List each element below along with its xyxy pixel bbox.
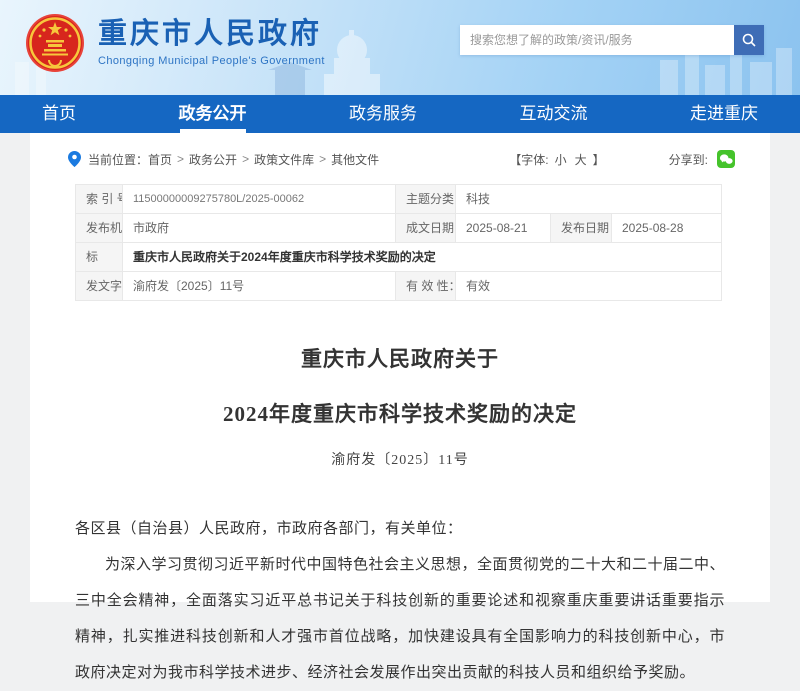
meta-issuing-org-label: 发布机构：: [76, 214, 123, 243]
location-pin-icon: [68, 151, 81, 167]
meta-index-label: 索 引 号：: [76, 185, 123, 214]
meta-index-value: 11500000009275780L/2025-00062: [123, 185, 396, 214]
nav-item-interaction[interactable]: 互动交流: [508, 95, 600, 133]
search-icon: [741, 32, 757, 48]
search-input[interactable]: [460, 25, 734, 55]
nav-item-about-chongqing[interactable]: 走进重庆: [678, 95, 770, 133]
document-body: 各区县（自治县）人民政府，市政府各部门，有关单位： 为深入学习贯彻习近平新时代中…: [75, 511, 725, 691]
wechat-share-icon[interactable]: [717, 150, 735, 168]
nav-item-home[interactable]: 首页: [30, 95, 88, 133]
main-navigation: 首页 政务公开 政务服务 互动交流 走进重庆: [0, 95, 800, 133]
site-title: 重庆市人民政府: [98, 19, 325, 51]
site-search: [460, 25, 764, 55]
meta-docno-label: 发文字号：: [76, 272, 123, 301]
search-button[interactable]: [734, 25, 764, 55]
meta-written-date-label: 成文日期：: [396, 214, 456, 243]
meta-title-label: 标 题：: [76, 243, 123, 272]
document-salutation: 各区县（自治县）人民政府，市政府各部门，有关单位：: [75, 511, 725, 547]
breadcrumb-other-documents[interactable]: 其他文件: [331, 151, 379, 168]
breadcrumb-policy-library[interactable]: 政策文件库: [254, 151, 314, 168]
site-subtitle-en: Chongqing Municipal People's Government: [98, 55, 325, 67]
site-logo-group[interactable]: 重庆市人民政府 Chongqing Municipal People's Gov…: [25, 13, 325, 73]
share-label: 分享到:: [669, 151, 708, 168]
meta-docno-value: 渝府发〔2025〕11号: [123, 272, 396, 301]
document-title-line1: 重庆市人民政府关于: [30, 343, 770, 373]
meta-publish-date-value: 2025-08-28: [612, 214, 722, 243]
page-tools: 【字体: 小 大 】 分享到:: [509, 150, 735, 168]
meta-title-value: 重庆市人民政府关于2024年度重庆市科学技术奖励的决定: [123, 243, 722, 272]
breadcrumb-separator: >: [242, 152, 249, 166]
document-metadata-table: 索 引 号： 11500000009275780L/2025-00062 主题分…: [75, 184, 722, 301]
national-emblem-logo: [25, 13, 85, 73]
font-larger-button[interactable]: 大: [575, 151, 587, 168]
document-number: 渝府发〔2025〕11号: [30, 449, 770, 469]
breadcrumb-gov-affairs[interactable]: 政务公开: [189, 151, 237, 168]
meta-publish-date-label: 发布日期：: [551, 214, 612, 243]
breadcrumb-home[interactable]: 首页: [148, 151, 172, 168]
breadcrumb-prefix: 当前位置：: [88, 151, 148, 168]
font-size-label: 【字体:: [509, 151, 548, 168]
meta-written-date-value: 2025-08-21: [456, 214, 551, 243]
meta-validity-label: 有 效 性：: [396, 272, 456, 301]
content-card: 当前位置： 首页 > 政务公开 > 政策文件库 > 其他文件 【字体: 小 大 …: [30, 133, 770, 602]
nav-item-services[interactable]: 政务服务: [337, 95, 429, 133]
meta-topic-value: 科技: [456, 185, 722, 214]
font-smaller-button[interactable]: 小: [555, 151, 567, 168]
document-paragraph: 为深入学习贯彻习近平新时代中国特色社会主义思想，全面贯彻党的二十大和二十届二中、…: [75, 547, 725, 691]
breadcrumb-separator: >: [319, 152, 326, 166]
font-size-label-close: 】: [593, 151, 605, 168]
breadcrumb-separator: >: [177, 152, 184, 166]
meta-validity-value: 有效: [456, 272, 722, 301]
site-header: 重庆市人民政府 Chongqing Municipal People's Gov…: [0, 0, 800, 95]
meta-topic-label: 主题分类：: [396, 185, 456, 214]
nav-item-government-affairs[interactable]: 政务公开: [167, 95, 259, 133]
breadcrumb: 当前位置： 首页 > 政务公开 > 政策文件库 > 其他文件 【字体: 小 大 …: [30, 133, 770, 168]
meta-issuing-org-value: 市政府: [123, 214, 396, 243]
document-title-line2: 2024年度重庆市科学技术奖励的决定: [30, 398, 770, 428]
